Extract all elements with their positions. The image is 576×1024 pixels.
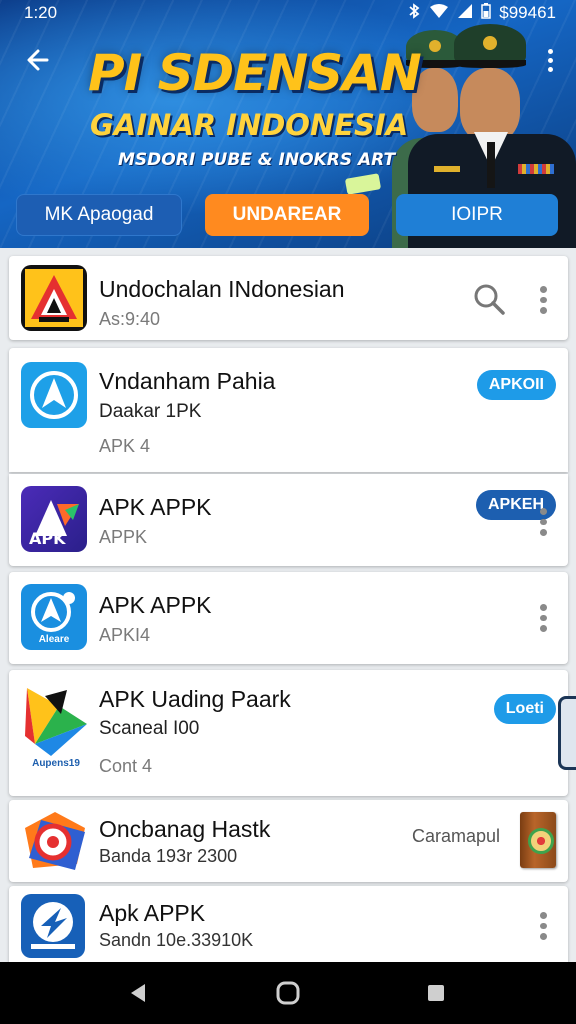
app-icon (21, 894, 85, 958)
app-icon (21, 265, 87, 331)
app-icon: APK (21, 486, 87, 552)
nav-back-button[interactable] (108, 962, 168, 1024)
hero-sticker (344, 173, 382, 195)
app-meta: Cont 4 (99, 756, 153, 776)
triangle-back-icon (131, 984, 145, 1002)
app-icon (21, 362, 87, 428)
app-icon: Aupens19 (21, 684, 91, 770)
system-nav-bar (0, 962, 576, 1024)
app-icon: Aleare (21, 584, 87, 650)
more-options-button[interactable] (538, 42, 562, 78)
back-arrow-icon (27, 49, 49, 71)
status-right-text: $99461 (499, 3, 556, 22)
status-bar: 1:20 $99461 (0, 0, 576, 26)
bluetooth-icon (407, 3, 421, 23)
hero-subtitle: GAINAR INDONESIA (90, 108, 409, 142)
app-title: Oncbanag Hastk (99, 816, 271, 842)
item-menu-button[interactable] (536, 604, 550, 633)
item-menu-button[interactable] (536, 286, 550, 315)
item-menu-button[interactable] (536, 912, 550, 941)
app-title: APK APPK (99, 592, 212, 618)
app-meta: APKI4 (99, 625, 151, 645)
status-time: 1:20 (24, 3, 58, 22)
hero-banner: 1:20 $99461 PI SDENSAN GAINAR INDONESIA … (0, 0, 576, 248)
status-icons: $99461 (407, 3, 556, 23)
tab-2-active[interactable]: UNDAREAR (205, 194, 369, 236)
nav-recents-button[interactable] (406, 962, 466, 1024)
app-meta: APK 4 (99, 436, 151, 456)
list-item[interactable]: Vndanham Pahia Daakar 1PK APK 4 APKOII (9, 348, 568, 472)
list-item[interactable]: Undochalan INdonesian As:9:40 (9, 256, 568, 340)
tab-1[interactable]: MK Apaogad (16, 194, 182, 236)
app-title: Vndanham Pahia (99, 368, 276, 394)
hero-tagline: MSDORI PUBE & INOKRS ART (118, 150, 396, 170)
list-item[interactable]: APK APK APPK APPK APKEH (9, 474, 568, 566)
app-icon-caption: Aleare (38, 634, 70, 645)
book-thumbnail (520, 812, 556, 868)
app-list: Undochalan INdonesian As:9:40 Vndanham P… (0, 248, 576, 966)
list-item[interactable]: Apk APPK Sandn 10e.33910K (9, 886, 568, 966)
list-item[interactable]: Aupens19 APK Uading Paark Scaneal I00 Co… (9, 670, 568, 796)
back-button[interactable] (20, 42, 56, 78)
side-drawer-handle[interactable] (558, 696, 576, 770)
nav-home-button[interactable] (258, 962, 318, 1024)
tab-3[interactable]: IOIPR (396, 194, 558, 236)
list-item[interactable]: Aleare APK APPK APKI4 (9, 572, 568, 664)
app-meta: Sandn 10e.33910K (99, 930, 254, 950)
search-icon[interactable] (472, 282, 506, 316)
app-meta: As:9:40 (99, 309, 161, 329)
app-title: APK Uading Paark (99, 686, 291, 712)
hero-title: PI SDENSAN (88, 44, 422, 102)
signal-icon (457, 3, 473, 23)
app-subtitle: Scaneal I00 (99, 718, 200, 739)
app-meta: APPK (99, 527, 148, 547)
app-title: Undochalan INdonesian (99, 276, 345, 302)
app-icon-caption: Aupens19 (32, 758, 80, 769)
app-side-text: Caramapul (411, 826, 500, 846)
app-meta: Banda 193r 2300 (99, 846, 238, 866)
wifi-icon (429, 3, 449, 23)
app-icon (21, 808, 89, 874)
app-title: APK APPK (99, 494, 212, 520)
battery-icon (481, 3, 492, 23)
home-circle-icon (276, 981, 300, 1005)
login-button[interactable]: Loeti (493, 694, 556, 724)
apk-button[interactable]: APKOII (476, 370, 556, 400)
svg-text:APK: APK (29, 529, 66, 548)
category-tabs: MK Apaogad UNDAREAR IOIPR (16, 194, 558, 236)
square-recents-icon (428, 985, 444, 1001)
list-item[interactable]: Oncbanag Hastk Banda 193r 2300 Caramapul (9, 800, 568, 882)
item-menu-button[interactable] (536, 508, 550, 537)
app-subtitle: Daakar 1PK (99, 401, 202, 422)
app-title: Apk APPK (99, 900, 206, 926)
